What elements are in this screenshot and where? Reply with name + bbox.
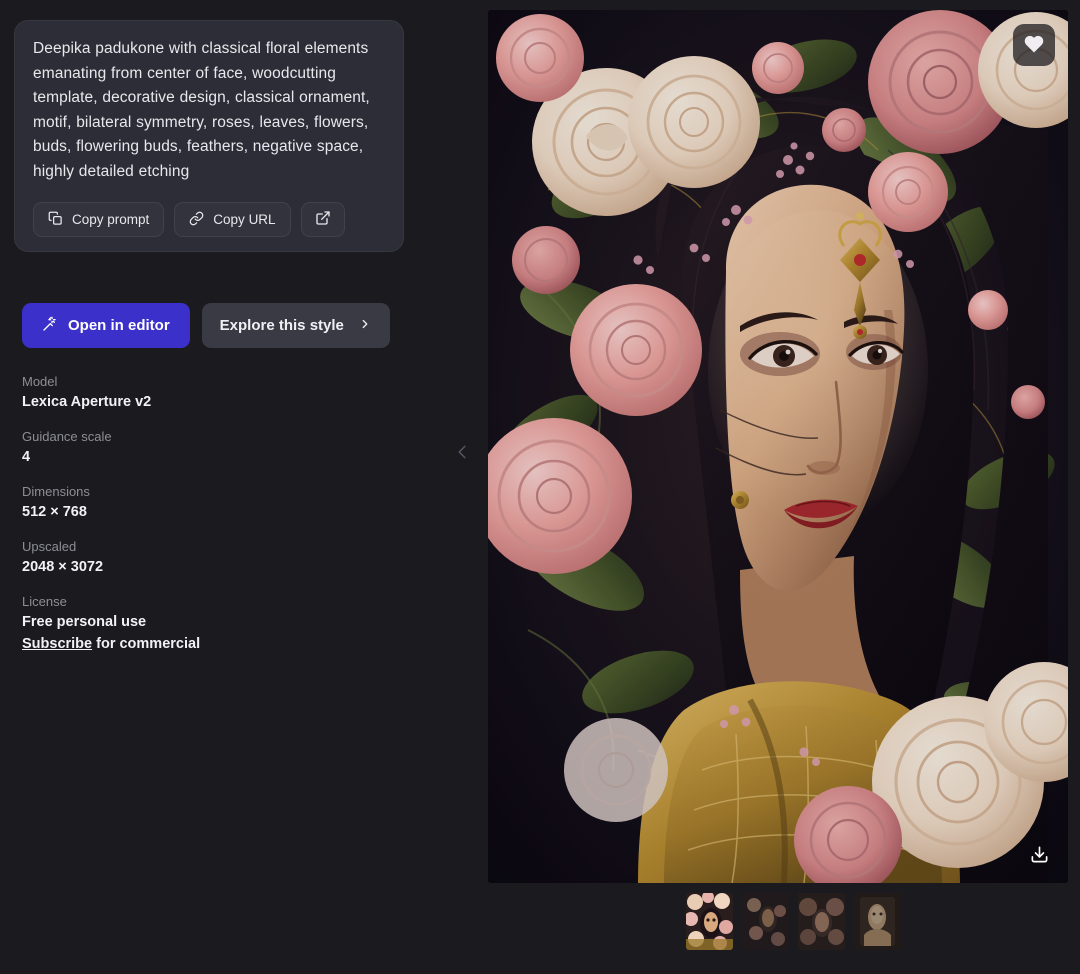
image-detail-page: Deepika padukone with classical floral e…	[0, 0, 1080, 974]
copy-url-label: Copy URL	[213, 212, 276, 227]
details-sidebar: Deepika padukone with classical floral e…	[0, 0, 470, 974]
prompt-text: Deepika padukone with classical floral e…	[33, 40, 370, 180]
meta-item-dimensions: Dimensions 512 × 768	[22, 482, 322, 523]
meta-label: Guidance scale	[22, 429, 112, 444]
generated-image[interactable]	[488, 10, 1068, 883]
subscribe-link[interactable]: Subscribe	[22, 636, 92, 652]
meta-value: 512 × 768	[22, 504, 87, 520]
chevron-left-icon	[451, 439, 473, 468]
meta-label: Upscaled	[22, 539, 77, 554]
heart-icon	[1024, 34, 1044, 57]
copy-prompt-label: Copy prompt	[72, 212, 150, 227]
previous-image-button[interactable]	[445, 433, 479, 473]
meta-value: 2048 × 3072	[22, 559, 104, 575]
favorite-button[interactable]	[1013, 24, 1055, 66]
download-icon	[1030, 845, 1049, 867]
external-link-icon	[315, 210, 331, 229]
metadata-list: Model Lexica Aperture v2 Guidance scale …	[22, 372, 322, 669]
meta-item-upscaled: Upscaled 2048 × 3072	[22, 537, 322, 578]
primary-actions-row: Open in editor Explore this style	[22, 303, 390, 348]
thumbnail-3[interactable]	[798, 893, 845, 950]
open-in-editor-label: Open in editor	[68, 317, 170, 334]
copy-url-button[interactable]: Copy URL	[174, 202, 291, 237]
prompt-actions-row: Copy prompt Copy URL	[33, 202, 385, 237]
explore-this-style-label: Explore this style	[219, 317, 344, 334]
copy-prompt-button[interactable]: Copy prompt	[33, 202, 165, 237]
license-value: Free personal use	[22, 614, 147, 630]
meta-value: Lexica Aperture v2	[22, 394, 152, 410]
meta-item-license: License Free personal use Subscribe for …	[22, 592, 322, 655]
image-viewer[interactable]	[488, 10, 1068, 883]
copy-icon	[48, 211, 63, 229]
prompt-card: Deepika padukone with classical floral e…	[14, 20, 404, 252]
meta-item-model: Model Lexica Aperture v2	[22, 372, 322, 413]
link-icon	[189, 211, 204, 229]
meta-label: License	[22, 594, 67, 609]
magic-wand-icon	[42, 316, 58, 336]
chevron-right-icon	[358, 317, 372, 335]
license-commercial-line: Subscribe for commercial	[22, 633, 322, 655]
license-link-suffix: for commercial	[92, 636, 201, 652]
thumbnail-4[interactable]	[854, 893, 901, 950]
open-in-editor-button[interactable]: Open in editor	[22, 303, 190, 348]
thumbnail-1[interactable]	[686, 893, 733, 950]
download-button[interactable]	[1024, 841, 1054, 871]
share-button[interactable]	[300, 202, 345, 237]
thumbnail-2[interactable]	[742, 893, 789, 950]
meta-value: 4	[22, 449, 31, 465]
meta-label: Dimensions	[22, 484, 90, 499]
meta-label: Model	[22, 374, 58, 389]
meta-item-guidance-scale: Guidance scale 4	[22, 427, 322, 468]
thumbnail-strip	[686, 893, 901, 950]
explore-this-style-button[interactable]: Explore this style	[201, 303, 390, 348]
